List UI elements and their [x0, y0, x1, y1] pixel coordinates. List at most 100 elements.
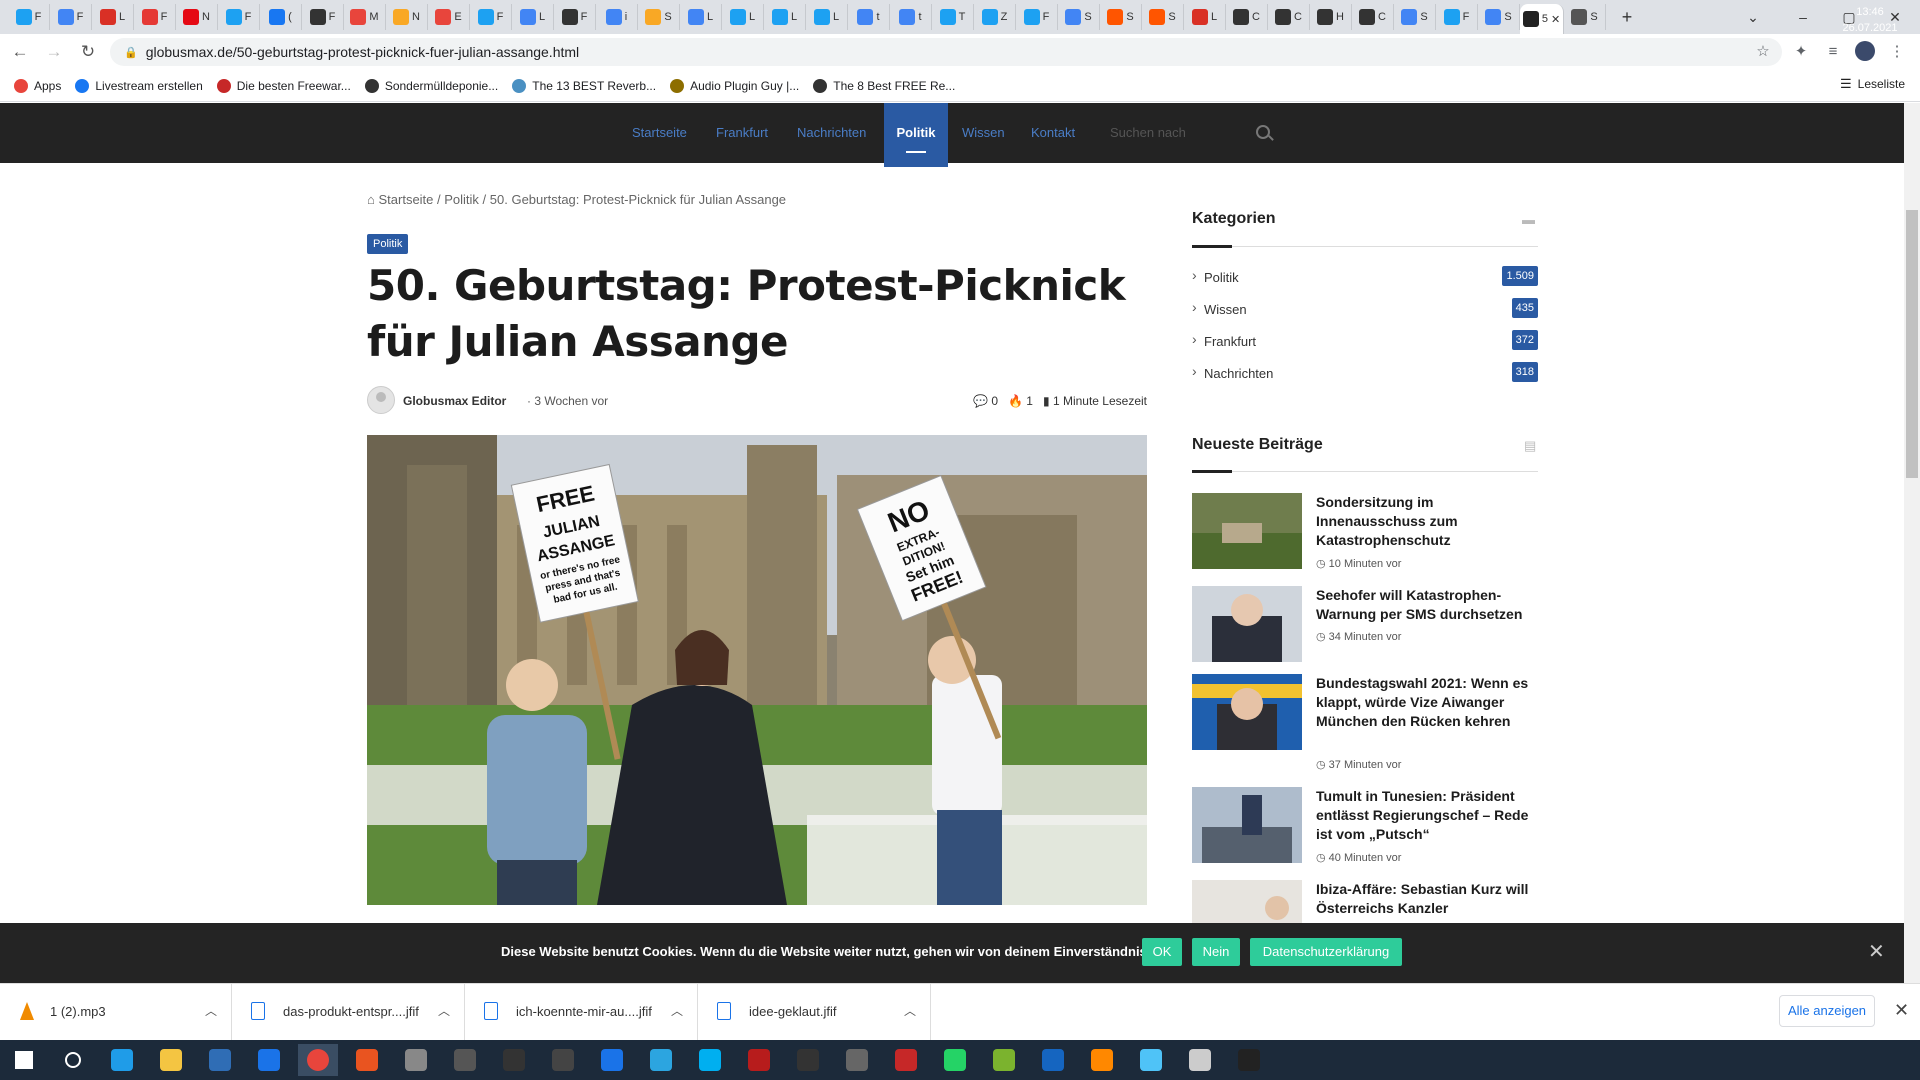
nav-kontakt[interactable]: Kontakt: [1031, 103, 1075, 163]
post-title[interactable]: Sondersitzung im Innenausschuss zum Kata…: [1316, 493, 1538, 550]
post-thumbnail[interactable]: [1192, 674, 1302, 750]
post-thumbnail[interactable]: [1192, 586, 1302, 662]
chevron-up-icon[interactable]: ︿: [671, 1002, 683, 1019]
inkscape-icon[interactable]: [494, 1044, 534, 1076]
browser-tab[interactable]: T: [932, 4, 974, 30]
close-icon[interactable]: ✕: [1868, 939, 1885, 964]
chevron-up-icon[interactable]: ︿: [904, 1002, 916, 1019]
x-app-icon[interactable]: [837, 1044, 877, 1076]
bookmark-item[interactable]: Die besten Freewar...: [216, 78, 351, 93]
browser-tab[interactable]: S: [1142, 4, 1184, 30]
browser-tab[interactable]: H: [1310, 4, 1352, 30]
browser-tab[interactable]: S: [1058, 4, 1100, 30]
mail-icon[interactable]: [249, 1044, 289, 1076]
chrome-icon[interactable]: [298, 1044, 338, 1076]
minimize-button[interactable]: –: [1780, 0, 1826, 34]
calculator-icon[interactable]: [1033, 1044, 1073, 1076]
browser-tab[interactable]: F: [470, 4, 512, 30]
vlc-icon[interactable]: [1082, 1044, 1122, 1076]
browser-tab[interactable]: S: [1394, 4, 1436, 30]
browser-tab[interactable]: F: [1016, 4, 1058, 30]
browser-tab[interactable]: C: [1352, 4, 1394, 30]
browser-tab[interactable]: F: [134, 4, 176, 30]
browser-tab[interactable]: C: [1268, 4, 1310, 30]
extensions-icon[interactable]: ✦: [1788, 38, 1814, 64]
comment-count[interactable]: 0: [991, 394, 998, 408]
browser-tab[interactable]: S: [638, 4, 680, 30]
notes-icon[interactable]: [1180, 1044, 1220, 1076]
telegram-icon[interactable]: [641, 1044, 681, 1076]
recent-post[interactable]: Sondersitzung im Innenausschuss zum Kata…: [1192, 493, 1538, 571]
recent-post[interactable]: Tumult in Tunesien: Präsident entlässt R…: [1192, 787, 1538, 865]
author-name[interactable]: Globusmax Editor: [403, 394, 506, 408]
forward-arrow-icon[interactable]: →: [40, 38, 68, 66]
browser-tab[interactable]: S: [1564, 4, 1606, 30]
cookie-ok-button[interactable]: OK: [1142, 938, 1182, 966]
wechat-icon[interactable]: [984, 1044, 1024, 1076]
browser-tab[interactable]: C: [1226, 4, 1268, 30]
breadcrumb-startseite[interactable]: Startseite: [378, 192, 433, 207]
category-nachrichten[interactable]: Nachrichten318: [1192, 361, 1538, 387]
terminal-icon[interactable]: [1229, 1044, 1269, 1076]
app-window-icon[interactable]: [396, 1044, 436, 1076]
search-icon[interactable]: [53, 1044, 93, 1076]
bookmark-item[interactable]: Audio Plugin Guy |...: [670, 78, 799, 93]
kali-icon[interactable]: [788, 1044, 828, 1076]
browser-tab[interactable]: S: [1100, 4, 1142, 30]
back-arrow-icon[interactable]: ←: [6, 38, 34, 66]
bookmark-item[interactable]: Apps: [14, 78, 61, 93]
category-politik[interactable]: Politik1.509: [1192, 265, 1538, 291]
download-item[interactable]: ich-koennte-mir-au....jfif ︿: [466, 984, 698, 1040]
edge-icon[interactable]: [102, 1044, 142, 1076]
fl-studio-icon[interactable]: [739, 1044, 779, 1076]
browser-tab[interactable]: F: [50, 4, 92, 30]
media-control-icon[interactable]: ≡: [1820, 38, 1846, 64]
browser-tab[interactable]: i: [596, 4, 638, 30]
live-icon[interactable]: [543, 1044, 583, 1076]
post-thumbnail[interactable]: [1192, 787, 1302, 863]
chevron-up-icon[interactable]: ︿: [205, 1002, 217, 1019]
browser-tab[interactable]: E: [428, 4, 470, 30]
close-downloads-icon[interactable]: ✕: [1894, 1000, 1909, 1021]
browser-tab[interactable]: F: [1436, 4, 1478, 30]
bookmark-item[interactable]: The 8 Best FREE Re...: [813, 78, 955, 93]
post-thumbnail[interactable]: [1192, 493, 1302, 569]
post-thumbnail[interactable]: [1192, 880, 1302, 923]
browser-tab[interactable]: M: [344, 4, 386, 30]
post-title[interactable]: Bundestagswahl 2021: Wenn es klappt, wür…: [1316, 674, 1538, 731]
plus-new-tab-icon[interactable]: +: [1606, 4, 1648, 30]
voicemeeter-icon[interactable]: [886, 1044, 926, 1076]
category-wissen[interactable]: Wissen435: [1192, 297, 1538, 323]
game-icon[interactable]: [445, 1044, 485, 1076]
category-frankfurt[interactable]: Frankfurt372: [1192, 329, 1538, 355]
breadcrumb-politik[interactable]: Politik: [444, 192, 479, 207]
post-title[interactable]: Seehofer will Katastrophen-Warnung per S…: [1316, 586, 1538, 624]
reload-icon[interactable]: ↻: [74, 38, 102, 66]
nav-wissen[interactable]: Wissen: [962, 103, 1005, 163]
post-title[interactable]: Tumult in Tunesien: Präsident entlässt R…: [1316, 787, 1538, 844]
browser-tab[interactable]: 5 ✕: [1520, 4, 1564, 34]
browser-tab[interactable]: F: [218, 4, 260, 30]
recent-post[interactable]: Ibiza-Affäre: Sebastian Kurz will Österr…: [1192, 880, 1538, 923]
nav-startseite[interactable]: Startseite: [632, 103, 687, 163]
browser-tab[interactable]: L: [680, 4, 722, 30]
browser-tab[interactable]: N: [176, 4, 218, 30]
nav-politik[interactable]: Politik: [884, 103, 948, 167]
browser-tab[interactable]: F: [554, 4, 596, 30]
download-item[interactable]: 1 (2).mp3 ︿: [0, 984, 232, 1040]
store-icon[interactable]: [200, 1044, 240, 1076]
privacy-policy-button[interactable]: Datenschutzerklärung: [1250, 938, 1402, 966]
star-bookmark-icon[interactable]: ☆: [1750, 38, 1776, 64]
chat-icon[interactable]: [592, 1044, 632, 1076]
close-tab-icon[interactable]: ✕: [1551, 13, 1560, 26]
browser-tab[interactable]: L: [92, 4, 134, 30]
skype-icon[interactable]: [690, 1044, 730, 1076]
category-badge[interactable]: Politik: [367, 234, 409, 254]
nav-nachrichten[interactable]: Nachrichten: [797, 103, 866, 163]
chevron-up-icon[interactable]: ︿: [438, 1002, 450, 1019]
scrollbar-thumb[interactable]: [1906, 210, 1918, 478]
reading-list[interactable]: ☰ Leseliste: [1840, 76, 1905, 92]
cookie-no-button[interactable]: Nein: [1192, 938, 1240, 966]
browser-tab[interactable]: L: [512, 4, 554, 30]
browser-tab[interactable]: L: [806, 4, 848, 30]
